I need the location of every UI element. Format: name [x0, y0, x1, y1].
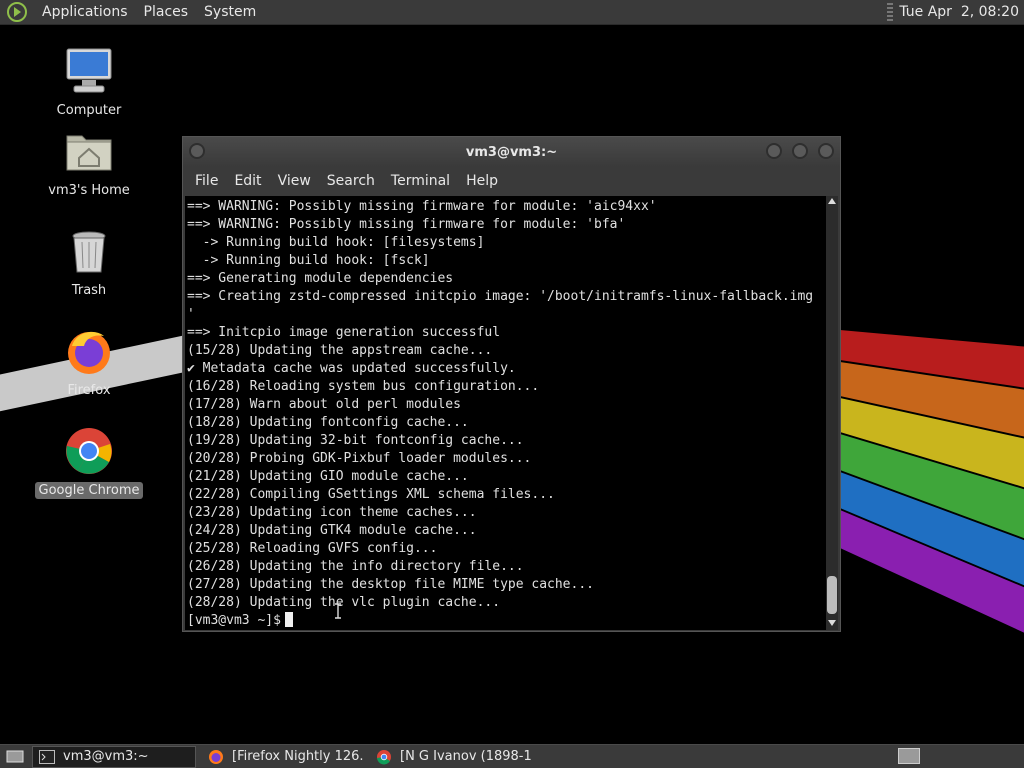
scroll-down-arrow-icon[interactable] — [828, 620, 836, 626]
chrome-icon — [377, 749, 391, 764]
minimize-button[interactable] — [766, 143, 782, 159]
taskbar-item-terminal[interactable]: vm3@vm3:~ — [32, 745, 196, 768]
menu-file[interactable]: File — [187, 173, 226, 189]
terminal-line: (26/28) Updating the info directory file… — [187, 559, 524, 574]
panel-right-area: Tue Apr 2, 08:20 — [887, 0, 1024, 25]
terminal-line: ==> Generating module dependencies — [187, 271, 454, 286]
menu-edit[interactable]: Edit — [226, 173, 269, 189]
terminal-line: (17/28) Warn about old perl modules — [187, 397, 461, 412]
terminal-line: ==> WARNING: Possibly missing firmware f… — [187, 217, 626, 232]
scroll-up-arrow-icon[interactable] — [828, 198, 836, 204]
desktop-icon-label: Google Chrome — [34, 482, 144, 499]
maximize-button[interactable] — [792, 143, 808, 159]
bottom-panel: vm3@vm3:~ [Firefox Nightly 126.... [N G … — [0, 744, 1024, 768]
desktop-icon-label: Trash — [71, 283, 107, 298]
menu-terminal[interactable]: Terminal — [383, 173, 458, 189]
terminal-line: (25/28) Reloading GVFS config... — [187, 541, 438, 556]
firefox-icon — [64, 326, 114, 376]
terminal-menubar: File Edit View Search Terminal Help — [183, 167, 840, 195]
wallpaper-rainbow-stripes — [840, 330, 1024, 633]
desktop-icon-firefox[interactable]: Firefox — [38, 326, 140, 399]
terminal-line: (22/28) Compiling GSettings XML schema f… — [187, 487, 555, 502]
desktop-screen: Applications Places System Tue Apr 2, 08… — [0, 0, 1024, 768]
panel-handle-icon[interactable] — [887, 3, 894, 21]
terminal-output[interactable]: ==> WARNING: Possibly missing firmware f… — [185, 196, 826, 630]
desktop-icon-chrome[interactable]: Google Chrome — [34, 426, 144, 499]
window-menu-button[interactable] — [189, 143, 205, 159]
terminal-line: (16/28) Reloading system bus configurati… — [187, 379, 540, 394]
clock[interactable]: Tue Apr 2, 08:20 — [899, 4, 1024, 20]
distro-logo-icon[interactable] — [6, 1, 28, 23]
terminal-line: (27/28) Updating the desktop file MIME t… — [187, 577, 594, 592]
shell-prompt: [vm3@vm3 ~]$ — [187, 613, 281, 628]
terminal-line: ==> Creating zstd-compressed initcpio im… — [187, 289, 814, 304]
desktop-icon-trash[interactable]: Trash — [38, 226, 140, 299]
taskbar-item-chrome[interactable]: [N G Ivanov (1898-1... — [370, 746, 532, 768]
window-titlebar[interactable]: vm3@vm3:~ — [183, 137, 840, 167]
desktop-icon-computer[interactable]: Computer — [38, 46, 140, 119]
terminal-prompt-line: [vm3@vm3 ~]$ — [187, 612, 824, 630]
chrome-icon — [64, 426, 114, 476]
terminal-line: ✔ Metadata cache was updated successfull… — [187, 361, 516, 376]
home-folder-icon — [64, 126, 114, 176]
terminal-line: ' — [187, 307, 195, 322]
close-button[interactable] — [818, 143, 834, 159]
window-title: vm3@vm3:~ — [465, 144, 558, 160]
workspace-switcher[interactable] — [898, 748, 920, 764]
terminal-line: -> Running build hook: [filesystems] — [187, 235, 485, 250]
terminal-line: (28/28) Updating the vlc plugin cache... — [187, 595, 501, 610]
scrollbar-thumb[interactable] — [827, 576, 837, 614]
computer-icon — [64, 46, 114, 96]
terminal-line: ==> Initcpio image generation successful — [187, 325, 501, 340]
terminal-line: (18/28) Updating fontconfig cache... — [187, 415, 469, 430]
firefox-icon — [209, 749, 223, 764]
show-desktop-icon — [6, 750, 24, 762]
terminal-line: (15/28) Updating the appstream cache... — [187, 343, 493, 358]
desktop-icon-home[interactable]: vm3's Home — [38, 126, 140, 199]
top-panel: Applications Places System Tue Apr 2, 08… — [0, 0, 1024, 25]
applications-menu[interactable]: Applications — [34, 0, 136, 25]
text-cursor — [284, 612, 293, 627]
trash-icon — [64, 226, 114, 276]
terminal-icon — [39, 749, 55, 764]
desktop-icon-label: Computer — [56, 103, 122, 118]
menu-help[interactable]: Help — [458, 173, 506, 189]
terminal-scrollbar[interactable] — [826, 196, 838, 630]
mouse-ibeam-cursor-icon — [335, 603, 341, 619]
menu-view[interactable]: View — [270, 173, 319, 189]
places-menu[interactable]: Places — [136, 0, 197, 25]
terminal-line: ==> WARNING: Possibly missing firmware f… — [187, 199, 657, 214]
desktop-icon-label: vm3's Home — [48, 183, 130, 198]
taskbar-item-firefox[interactable]: [Firefox Nightly 126.... — [202, 746, 364, 768]
terminal-window: vm3@vm3:~ File Edit View Search Terminal… — [182, 136, 841, 632]
desktop-icon-label: Firefox — [67, 383, 111, 398]
menu-search[interactable]: Search — [319, 173, 383, 189]
terminal-line: (23/28) Updating icon theme caches... — [187, 505, 477, 520]
terminal-line: (21/28) Updating GIO module cache... — [187, 469, 469, 484]
taskbar-item-label: vm3@vm3:~ — [63, 749, 149, 764]
taskbar-item-label: [Firefox Nightly 126.... — [232, 749, 364, 764]
terminal-line: -> Running build hook: [fsck] — [187, 253, 430, 268]
terminal-line: (19/28) Updating 32-bit fontconfig cache… — [187, 433, 524, 448]
terminal-line: (24/28) Updating GTK4 module cache... — [187, 523, 477, 538]
show-desktop-button[interactable] — [4, 748, 26, 766]
system-menu[interactable]: System — [196, 0, 264, 25]
taskbar-item-label: [N G Ivanov (1898-1... — [400, 749, 532, 764]
terminal-line: (20/28) Probing GDK-Pixbuf loader module… — [187, 451, 532, 466]
